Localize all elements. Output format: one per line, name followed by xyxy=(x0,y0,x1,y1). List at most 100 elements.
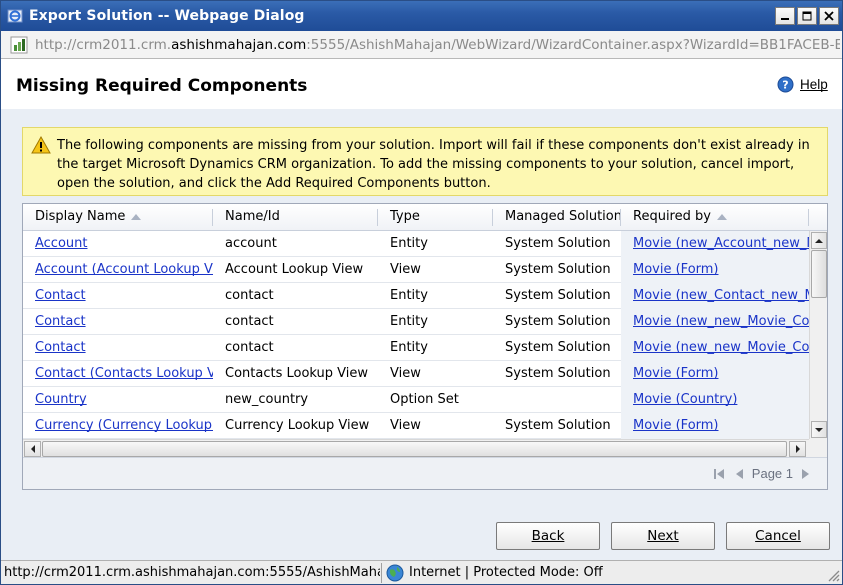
table-row: Contact contact Entity System Solution Movie… xyxy=(23,283,809,309)
svg-text:?: ? xyxy=(782,79,788,92)
minimize-icon xyxy=(781,18,789,20)
status-divider xyxy=(381,563,382,583)
table-cell: contact xyxy=(225,314,274,329)
table-cell: Currency Lookup View xyxy=(225,418,370,433)
arrow-left-icon xyxy=(30,445,35,453)
maximize-icon xyxy=(802,11,812,21)
address-url: http://crm2011.crm.ashishmahajan.com:555… xyxy=(35,37,840,53)
next-button[interactable]: Next xyxy=(611,522,715,550)
resize-grip-icon[interactable] xyxy=(826,568,840,582)
table-cell: System Solution xyxy=(505,418,611,433)
arrow-down-icon xyxy=(815,427,823,432)
arrow-right-icon xyxy=(795,445,800,453)
scrollbar-corner xyxy=(809,439,827,457)
scroll-left-button[interactable] xyxy=(24,441,41,457)
table-cell: System Solution xyxy=(505,262,611,277)
security-zone: Internet | Protected Mode: Off xyxy=(409,565,603,580)
help-icon: ? xyxy=(777,76,794,93)
window-title: Export Solution -- Webpage Dialog xyxy=(29,8,305,24)
minimize-button[interactable] xyxy=(775,7,795,25)
cancel-button[interactable]: Cancel xyxy=(726,522,830,550)
table-cell-link[interactable]: Movie (new_Account_new_Movie) xyxy=(621,231,809,257)
table-cell-link[interactable]: Movie (new_new_Movie_Contact2) xyxy=(621,335,809,361)
table-cell-link[interactable]: Movie (Form) xyxy=(621,413,809,439)
table-cell: account xyxy=(225,236,277,251)
page-title: Missing Required Components xyxy=(16,76,308,96)
close-button[interactable] xyxy=(819,7,839,25)
table-cell: System Solution xyxy=(505,314,611,329)
arrow-up-icon xyxy=(815,238,823,243)
horizontal-scrollbar[interactable] xyxy=(23,439,809,457)
vertical-scroll-thumb[interactable] xyxy=(811,250,827,298)
column-header-managed-solution[interactable]: Managed Solution xyxy=(493,204,621,231)
table-cell: Account Lookup View xyxy=(225,262,364,277)
vertical-scrollbar[interactable] xyxy=(809,231,827,439)
table-row: Currency (Currency Lookup View) Currency … xyxy=(23,413,809,439)
column-header-type[interactable]: Type xyxy=(378,204,493,231)
column-header-required-by[interactable]: Required by xyxy=(621,204,809,231)
table-cell: Option Set xyxy=(390,392,459,407)
table-cell: View xyxy=(390,418,421,433)
scroll-up-button[interactable] xyxy=(811,232,827,249)
table-cell-link[interactable]: Currency (Currency Lookup View) xyxy=(23,413,213,439)
table-cell: System Solution xyxy=(505,236,611,251)
status-bar: http://crm2011.crm.ashishmahajan.com:555… xyxy=(1,560,842,584)
table-cell: System Solution xyxy=(505,340,611,355)
table-cell-link[interactable]: Movie (Form) xyxy=(621,361,809,387)
table-cell-link[interactable]: Movie (new_Contact_new_Movie) xyxy=(621,283,809,309)
back-button[interactable]: Back xyxy=(496,522,600,550)
warning-banner: The following components are missing fro… xyxy=(22,127,828,196)
close-icon xyxy=(824,11,834,21)
table-cell-link[interactable]: Contact xyxy=(23,335,213,361)
maximize-button[interactable] xyxy=(797,7,817,25)
column-header-display-name[interactable]: Display Name xyxy=(23,204,213,231)
warning-text: The following components are missing fro… xyxy=(57,138,810,191)
table-cell-link[interactable]: Contact xyxy=(23,309,213,335)
table-cell-link[interactable]: Contact (Contacts Lookup View) xyxy=(23,361,213,387)
table-row: Contact contact Entity System Solution Movie… xyxy=(23,335,809,361)
table-cell: System Solution xyxy=(505,366,611,381)
address-bar: http://crm2011.crm.ashishmahajan.com:555… xyxy=(1,31,842,59)
grid-header: Display Name Name/Id Type Managed Soluti… xyxy=(23,204,827,231)
title-bar[interactable]: Export Solution -- Webpage Dialog xyxy=(1,1,842,31)
globe-icon xyxy=(386,564,404,582)
table-cell-link[interactable]: Account (Account Lookup View) xyxy=(23,257,213,283)
page-label: Page 1 xyxy=(751,466,793,481)
table-cell: View xyxy=(390,262,421,277)
previous-page-icon[interactable] xyxy=(732,467,746,481)
grid-pager: Page 1 xyxy=(23,457,827,489)
warning-icon xyxy=(31,136,51,154)
help-label: Help xyxy=(800,77,828,92)
ie-icon xyxy=(7,9,23,23)
table-cell: Entity xyxy=(390,314,428,329)
scroll-down-button[interactable] xyxy=(811,421,827,438)
help-link[interactable]: ? Help xyxy=(777,76,828,93)
table-cell: contact xyxy=(225,288,274,303)
table-cell: System Solution xyxy=(505,288,611,303)
table-cell: Contacts Lookup View xyxy=(225,366,369,381)
column-header-name-id[interactable]: Name/Id xyxy=(213,204,378,231)
table-cell-link[interactable]: Account xyxy=(23,231,213,257)
content-panel: The following components are missing fro… xyxy=(1,109,842,509)
page-header: Missing Required Components ? Help xyxy=(1,59,842,109)
grid-body: Account account Entity System Solution Movie… xyxy=(23,231,809,439)
table-row: Country new_country Option Set Movie (Count… xyxy=(23,387,809,413)
table-cell-link[interactable]: Movie (Country) xyxy=(621,387,809,413)
table-cell-link[interactable]: Country xyxy=(23,387,213,413)
table-cell-link[interactable]: Movie (new_new_Movie_Contact) xyxy=(621,309,809,335)
table-cell-link[interactable]: Movie (Form) xyxy=(621,257,809,283)
table-row: Contact (Contacts Lookup View) Contacts L… xyxy=(23,361,809,387)
horizontal-scroll-thumb[interactable] xyxy=(42,441,787,457)
table-row: Account (Account Lookup View) Account Loo… xyxy=(23,257,809,283)
table-cell-link[interactable]: Contact xyxy=(23,283,213,309)
status-url: http://crm2011.crm.ashishmahajan.com:555… xyxy=(4,565,380,580)
sort-ascending-icon xyxy=(716,213,727,220)
next-page-icon[interactable] xyxy=(799,467,813,481)
table-row: Contact contact Entity System Solution Movie… xyxy=(23,309,809,335)
first-page-icon[interactable] xyxy=(712,467,726,481)
scroll-right-button[interactable] xyxy=(789,441,806,457)
table-row: Account account Entity System Solution Movie… xyxy=(23,231,809,257)
table-cell: Entity xyxy=(390,288,428,303)
dialog-window: Export Solution -- Webpage Dialog http:/… xyxy=(0,0,843,585)
table-cell: new_country xyxy=(225,392,309,407)
